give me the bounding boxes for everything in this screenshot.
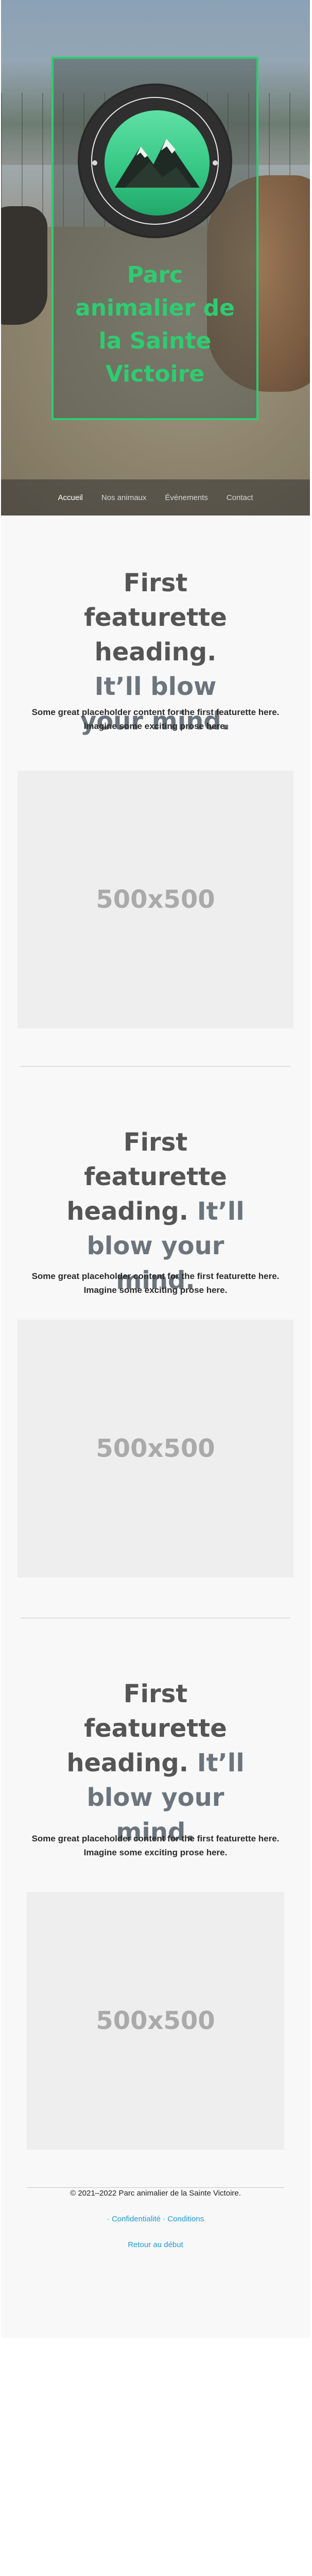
featurette-heading: First featurette heading. It’ll blow you…	[1, 1677, 310, 1850]
nav-link-evenements[interactable]: Événements	[165, 493, 207, 502]
featurette-image-placeholder: 500x500	[27, 1892, 284, 2150]
nav-link-accueil[interactable]: Accueil	[58, 493, 83, 502]
link-separator: ·	[161, 2215, 168, 2223]
featurette-3: First featurette heading. It’ll blow you…	[1, 1619, 310, 2188]
hero-card: Parc animalier de la Sainte Victoire	[51, 57, 258, 420]
featurette-2: First featurette heading. It’ll blow you…	[1, 1067, 310, 1619]
back-to-top-link[interactable]: Retour au début	[128, 2240, 183, 2249]
featurette-image-placeholder: 500x500	[18, 771, 293, 1028]
hero-banner: Parc animalier de la Sainte Victoire Acc…	[1, 0, 310, 516]
placeholder-label: 500x500	[96, 885, 215, 914]
featurette-1: First featurette heading. It’ll blow you…	[1, 516, 310, 1067]
privacy-link[interactable]: Confidentialité	[112, 2215, 161, 2223]
footer-links: · Confidentialité · Conditions	[1, 2215, 310, 2223]
featurette-heading-main: First featurette heading.	[84, 569, 227, 667]
terms-link[interactable]: Conditions	[167, 2215, 204, 2223]
footer: © 2021–2022 Parc animalier de la Sainte …	[1, 2188, 310, 2338]
main-navbar: Accueil Nos animaux Événements Contact	[1, 479, 310, 516]
featurette-divider	[21, 1066, 290, 1067]
featurette-lead: Some great placeholder content for the f…	[31, 707, 280, 731]
logo-dot-left	[92, 160, 97, 165]
featurette-image-placeholder: 500x500	[18, 1320, 293, 1577]
logo-dot-right	[213, 160, 218, 165]
placeholder-label: 500x500	[96, 2006, 215, 2035]
copyright-text: © 2021–2022 Parc animalier de la Sainte …	[70, 2189, 241, 2198]
placeholder-label: 500x500	[96, 1434, 215, 1463]
nav-link-contact[interactable]: Contact	[227, 493, 253, 502]
page: Parc animalier de la Sainte Victoire Acc…	[1, 0, 310, 2338]
mountain-icon	[105, 110, 210, 215]
featurette-lead: Some great placeholder content for the f…	[31, 1271, 280, 1295]
nav-link-nos-animaux[interactable]: Nos animaux	[101, 493, 147, 502]
footer-divider	[27, 2187, 284, 2188]
featurette-lead: Some great placeholder content for the f…	[31, 1834, 280, 1857]
link-separator: ·	[107, 2215, 112, 2223]
park-logo	[78, 84, 232, 238]
back-to-top: Retour au début	[1, 2240, 310, 2249]
hero-title: Parc animalier de la Sainte Victoire	[75, 262, 235, 387]
